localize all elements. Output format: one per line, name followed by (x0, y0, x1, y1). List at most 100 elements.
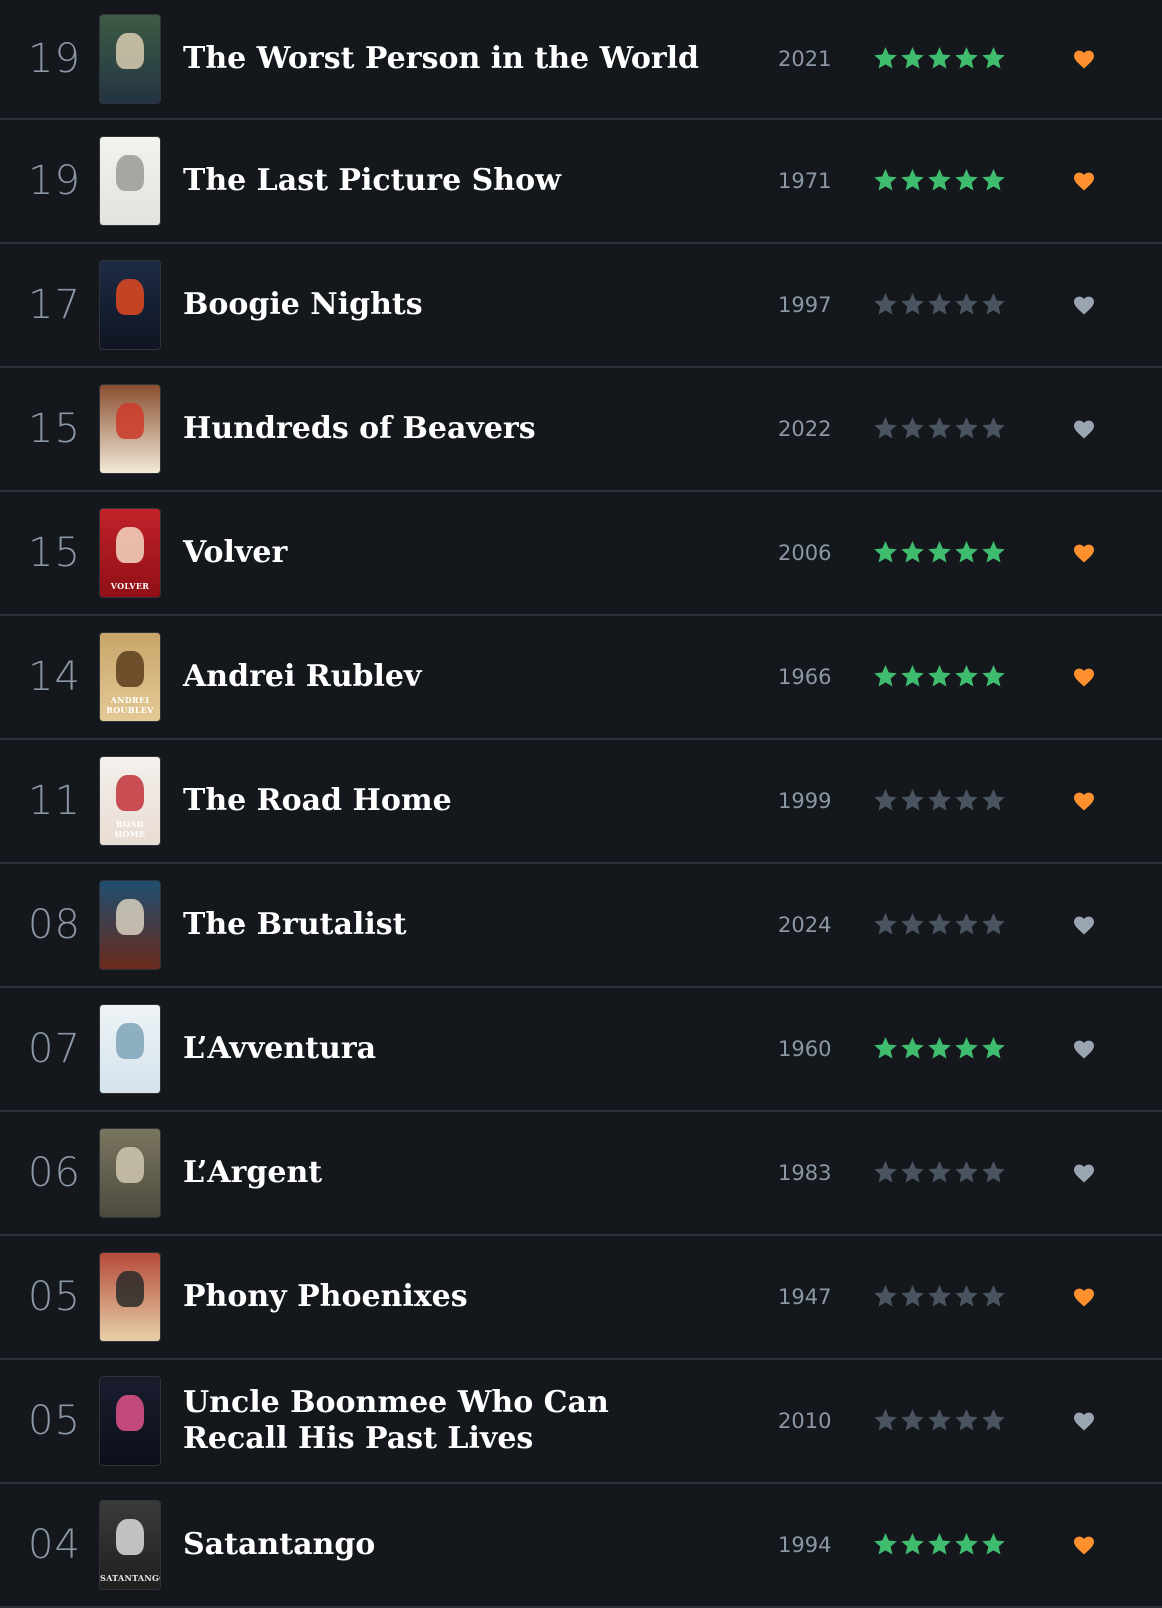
star-icon[interactable] (899, 1407, 926, 1434)
poster-thumbnail[interactable] (100, 1377, 160, 1465)
star-icon[interactable] (872, 167, 899, 194)
star-icon[interactable] (926, 1531, 953, 1558)
star-icon[interactable] (926, 911, 953, 938)
diary-entry-row[interactable]: 08 The Brutalist 2024 (0, 864, 1162, 988)
diary-entry-row[interactable]: 06 L’Argent 1983 (0, 1112, 1162, 1236)
like-heart-icon[interactable] (1071, 293, 1097, 317)
diary-entry-row[interactable]: 04 SATANTANGO Satantango 1994 (0, 1484, 1162, 1608)
like-heart-icon[interactable] (1071, 1285, 1097, 1309)
poster-thumbnail[interactable] (100, 261, 160, 349)
diary-entry-row[interactable]: 05 Uncle Boonmee Who Can Recall His Past … (0, 1360, 1162, 1484)
star-icon[interactable] (872, 1035, 899, 1062)
poster-thumbnail[interactable] (100, 15, 160, 103)
star-icon[interactable] (953, 539, 980, 566)
star-icon[interactable] (953, 911, 980, 938)
film-title[interactable]: Satantango (183, 1527, 703, 1563)
diary-entry-row[interactable]: 11 ROAD HOME The Road Home 1999 (0, 740, 1162, 864)
star-icon[interactable] (899, 167, 926, 194)
poster-thumbnail[interactable] (100, 385, 160, 473)
poster-thumbnail[interactable] (100, 1253, 160, 1341)
release-year[interactable]: 1971 (778, 169, 831, 193)
like-heart-icon[interactable] (1071, 1409, 1097, 1433)
diary-entry-row[interactable]: 05 Phony Phoenixes 1947 (0, 1236, 1162, 1360)
star-icon[interactable] (926, 45, 953, 72)
star-icon[interactable] (899, 1159, 926, 1186)
like-heart-icon[interactable] (1071, 417, 1097, 441)
release-year[interactable]: 2024 (778, 913, 831, 937)
diary-entry-row[interactable]: 19 The Last Picture Show 1971 (0, 120, 1162, 244)
film-title[interactable]: L’Argent (183, 1155, 703, 1191)
star-icon[interactable] (980, 911, 1007, 938)
star-icon[interactable] (872, 45, 899, 72)
diary-entry-row[interactable]: 07 L’Avventura 1960 (0, 988, 1162, 1112)
diary-entry-row[interactable]: 15 VOLVER Volver 2006 (0, 492, 1162, 616)
star-icon[interactable] (899, 1531, 926, 1558)
release-year[interactable]: 1947 (778, 1285, 831, 1309)
diary-entry-row[interactable]: 14 ANDREI ROUBLEV Andrei Rublev 1966 (0, 616, 1162, 740)
poster-thumbnail[interactable]: SATANTANGO (100, 1501, 160, 1589)
poster-thumbnail[interactable]: ROAD HOME (100, 757, 160, 845)
star-icon[interactable] (980, 1159, 1007, 1186)
film-title[interactable]: Phony Phoenixes (183, 1279, 703, 1315)
star-icon[interactable] (899, 45, 926, 72)
star-rating[interactable] (872, 1407, 1007, 1435)
star-icon[interactable] (953, 45, 980, 72)
film-title[interactable]: Volver (183, 535, 703, 571)
star-icon[interactable] (872, 911, 899, 938)
poster-thumbnail[interactable] (100, 1005, 160, 1093)
poster-thumbnail[interactable] (100, 881, 160, 969)
diary-entry-row[interactable]: 15 Hundreds of Beavers 2022 (0, 368, 1162, 492)
diary-entry-row[interactable]: 19 The Worst Person in the World 2021 (0, 0, 1162, 120)
star-rating[interactable] (872, 787, 1007, 815)
star-icon[interactable] (926, 663, 953, 690)
release-year[interactable]: 1999 (778, 789, 831, 813)
film-title[interactable]: Andrei Rublev (183, 659, 703, 695)
star-icon[interactable] (872, 539, 899, 566)
star-rating[interactable] (872, 663, 1007, 691)
release-year[interactable]: 1997 (778, 293, 831, 317)
film-title[interactable]: L’Avventura (183, 1031, 703, 1067)
star-icon[interactable] (926, 167, 953, 194)
star-icon[interactable] (980, 45, 1007, 72)
star-rating[interactable] (872, 1283, 1007, 1311)
star-icon[interactable] (980, 1407, 1007, 1434)
star-icon[interactable] (953, 1407, 980, 1434)
star-icon[interactable] (980, 539, 1007, 566)
star-icon[interactable] (926, 1407, 953, 1434)
like-heart-icon[interactable] (1071, 665, 1097, 689)
star-icon[interactable] (872, 415, 899, 442)
star-icon[interactable] (872, 1283, 899, 1310)
star-rating[interactable] (872, 291, 1007, 319)
like-heart-icon[interactable] (1071, 789, 1097, 813)
star-icon[interactable] (980, 167, 1007, 194)
release-year[interactable]: 2010 (778, 1409, 831, 1433)
star-icon[interactable] (872, 1159, 899, 1186)
release-year[interactable]: 1966 (778, 665, 831, 689)
poster-thumbnail[interactable] (100, 1129, 160, 1217)
diary-entry-row[interactable]: 17 Boogie Nights 1997 (0, 244, 1162, 368)
star-icon[interactable] (926, 539, 953, 566)
film-title[interactable]: The Worst Person in the World (183, 41, 703, 77)
star-icon[interactable] (926, 1283, 953, 1310)
poster-thumbnail[interactable]: VOLVER (100, 509, 160, 597)
like-heart-icon[interactable] (1071, 1161, 1097, 1185)
star-icon[interactable] (926, 291, 953, 318)
star-icon[interactable] (872, 1407, 899, 1434)
star-icon[interactable] (953, 1283, 980, 1310)
star-rating[interactable] (872, 1159, 1007, 1187)
poster-thumbnail[interactable]: ANDREI ROUBLEV (100, 633, 160, 721)
release-year[interactable]: 2006 (778, 541, 831, 565)
star-rating[interactable] (872, 1531, 1007, 1559)
like-heart-icon[interactable] (1071, 169, 1097, 193)
star-icon[interactable] (899, 415, 926, 442)
star-rating[interactable] (872, 539, 1007, 567)
like-heart-icon[interactable] (1071, 541, 1097, 565)
release-year[interactable]: 2021 (778, 47, 831, 71)
film-title[interactable]: Hundreds of Beavers (183, 411, 703, 447)
film-title[interactable]: The Road Home (183, 783, 703, 819)
star-icon[interactable] (980, 1035, 1007, 1062)
star-icon[interactable] (980, 291, 1007, 318)
star-icon[interactable] (926, 1035, 953, 1062)
star-icon[interactable] (953, 167, 980, 194)
star-icon[interactable] (872, 787, 899, 814)
